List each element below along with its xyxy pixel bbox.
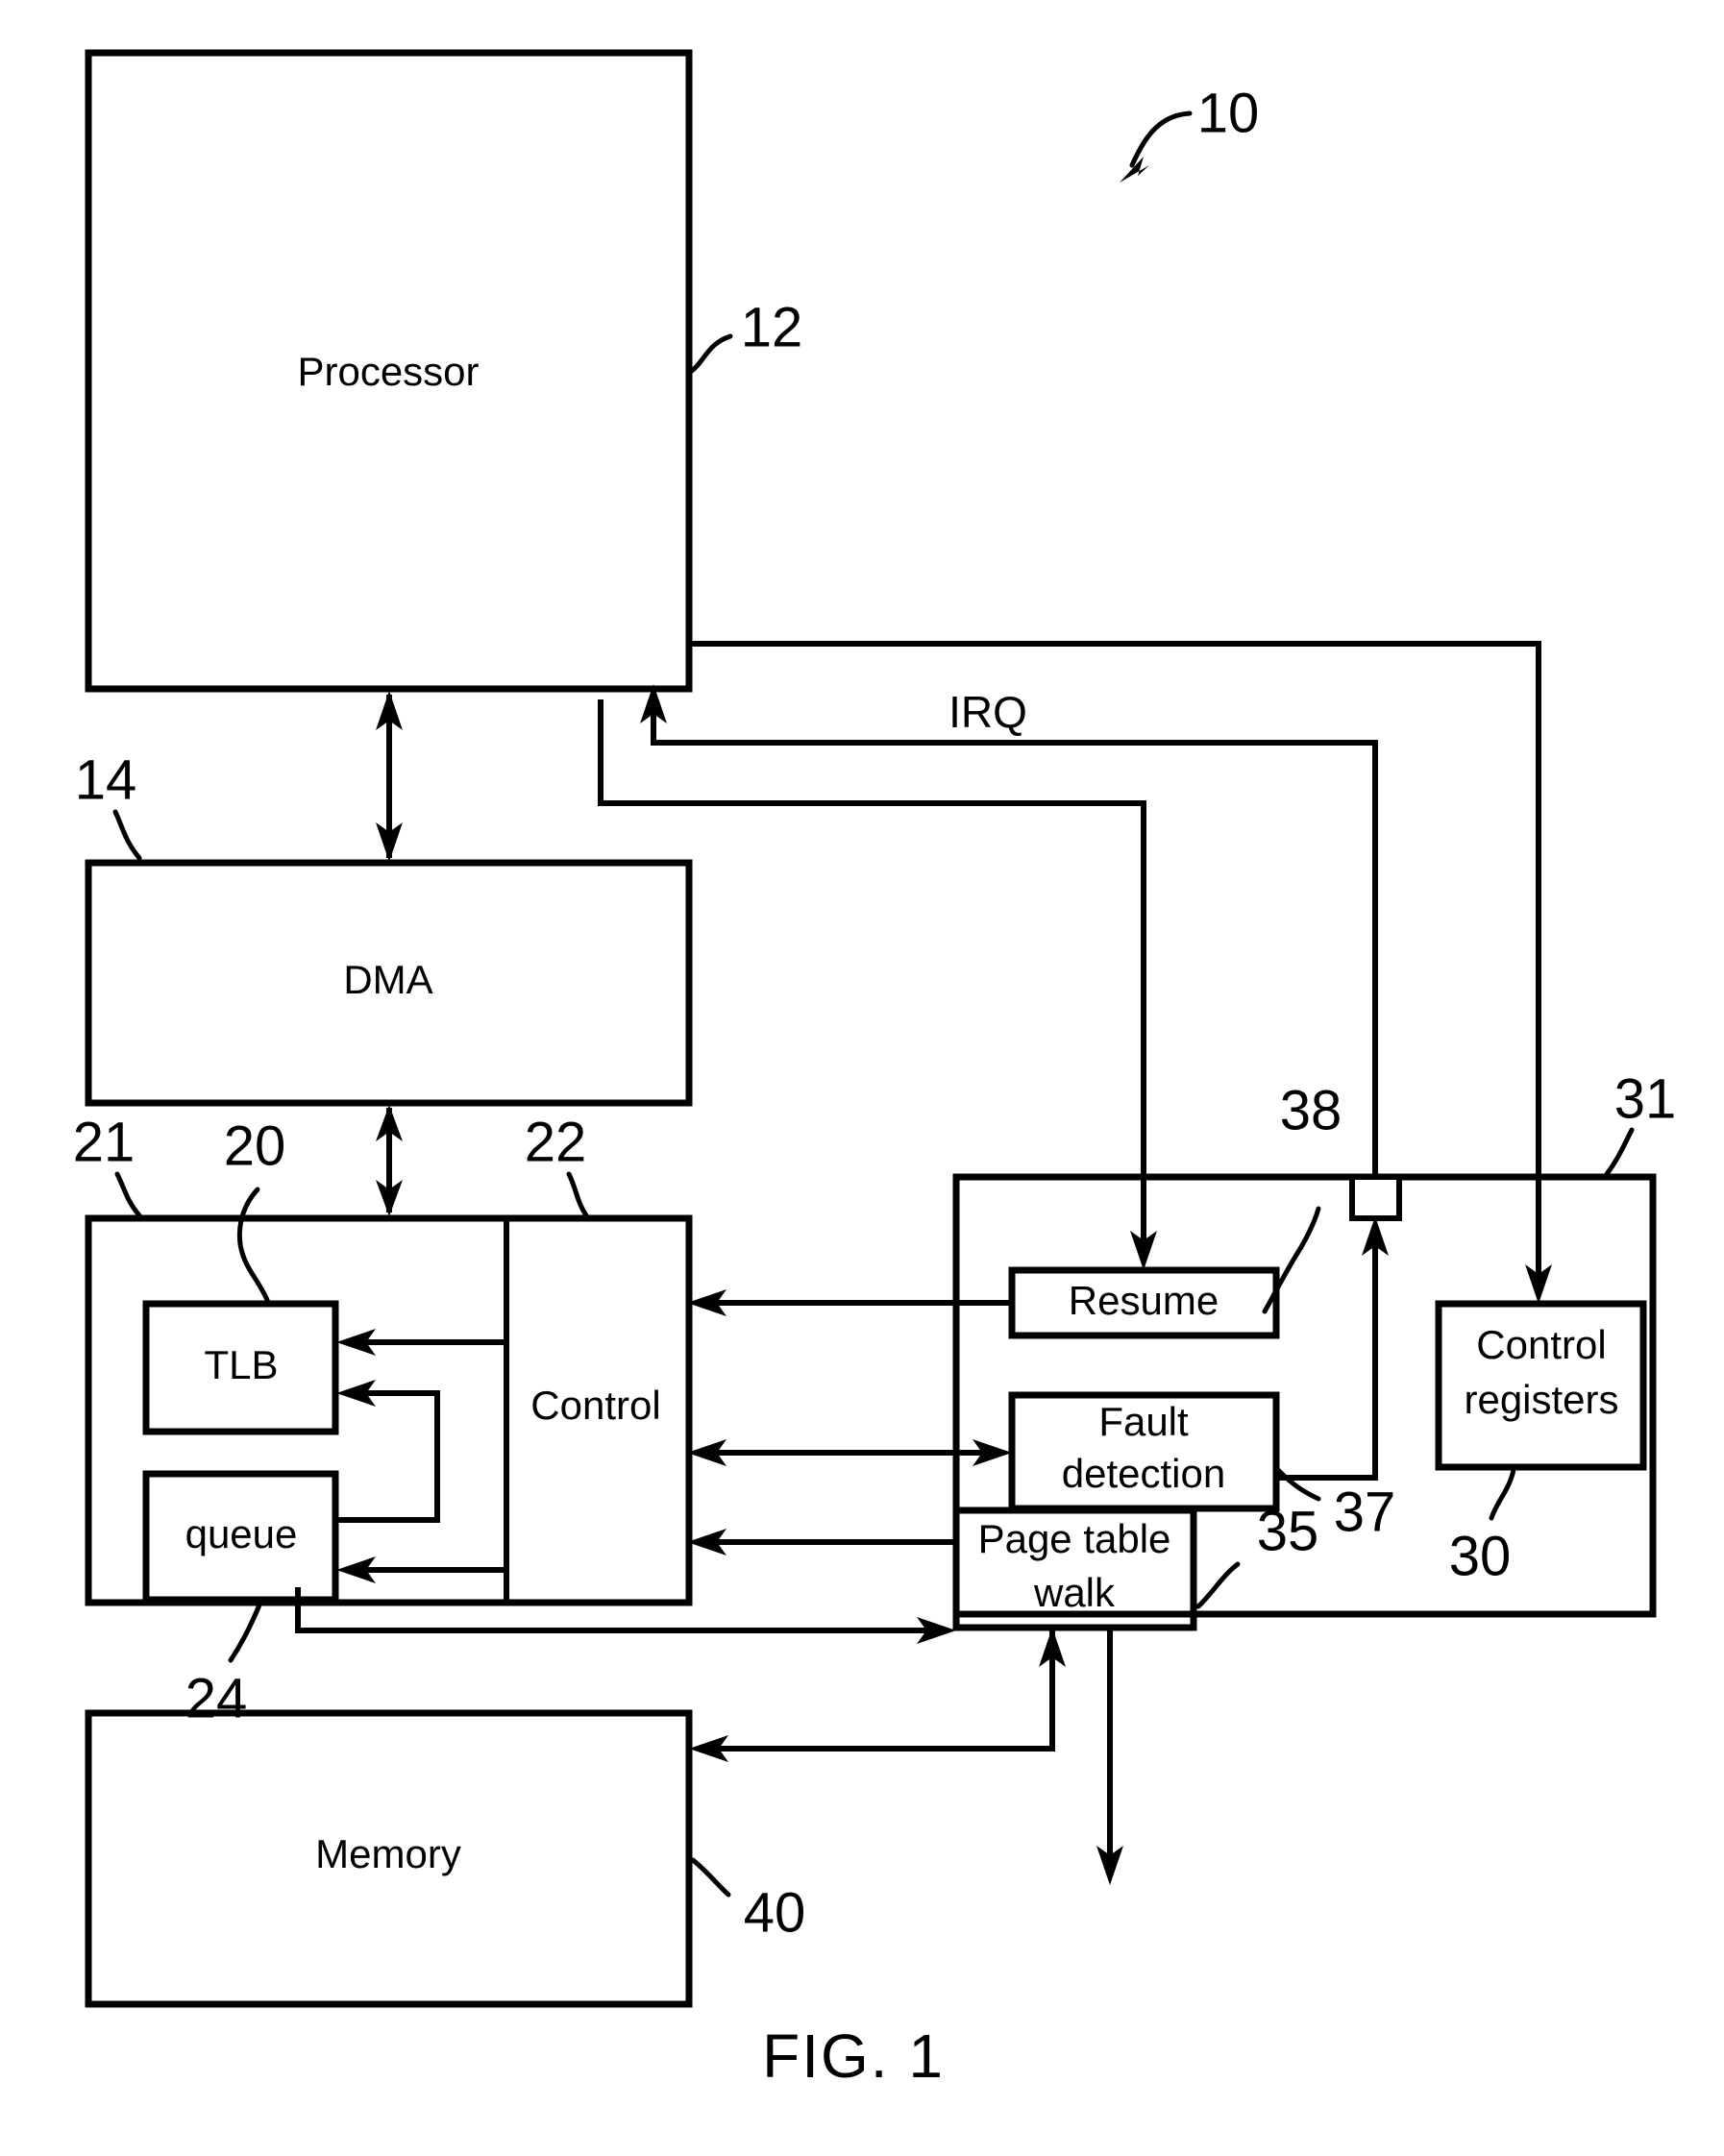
fault-output-port-box xyxy=(1349,1174,1402,1221)
leader-line-21 xyxy=(114,1171,142,1218)
leader-line-35 xyxy=(1195,1561,1241,1609)
patent-figure-1: Processor 12 10 DMA 14 21 TLB 20 queue 2… xyxy=(0,0,1724,2156)
ref-31: 31 xyxy=(1614,1067,1677,1130)
irq-label: IRQ xyxy=(948,687,1027,737)
queue-to-ptw-path xyxy=(295,1587,942,1633)
fault-detection-label-line2: detection xyxy=(1062,1451,1225,1496)
leader-line-38 xyxy=(1262,1206,1321,1314)
page-table-walk-label-line1: Page table xyxy=(978,1516,1171,1561)
ref-37: 37 xyxy=(1334,1481,1396,1543)
ref-22: 22 xyxy=(525,1111,587,1173)
ref-20: 20 xyxy=(224,1115,286,1177)
control-registers-label-line2: registers xyxy=(1464,1377,1618,1422)
leader-line-31 xyxy=(1604,1127,1635,1177)
leader-line-24 xyxy=(228,1600,263,1663)
irq-signal-path xyxy=(651,699,1378,1177)
queue-label: queue xyxy=(185,1511,298,1556)
tlb-label: TLB xyxy=(204,1342,278,1387)
control-label: Control xyxy=(530,1383,660,1428)
ref-30: 30 xyxy=(1449,1525,1512,1587)
ref-21: 21 xyxy=(73,1111,135,1173)
ref-40: 40 xyxy=(744,1881,806,1944)
leader-line-12 xyxy=(686,333,733,376)
figure-canvas: Processor 12 10 DMA 14 21 TLB 20 queue 2… xyxy=(73,49,1677,2091)
irq-top-path xyxy=(689,641,1541,1177)
leader-line-10 xyxy=(1129,110,1193,168)
ref-12: 12 xyxy=(741,296,803,358)
dma-label: DMA xyxy=(343,957,432,1002)
leader-line-22 xyxy=(566,1171,589,1218)
fault-to-port-path xyxy=(1276,1239,1378,1481)
leader-line-20 xyxy=(236,1187,270,1303)
leader-line-14 xyxy=(112,809,142,861)
ref-10: 10 xyxy=(1197,82,1260,144)
resume-trigger-path xyxy=(598,699,1146,1254)
leader-line-40 xyxy=(690,1857,731,1898)
resume-label: Resume xyxy=(1069,1278,1219,1323)
memory-label: Memory xyxy=(315,1831,461,1876)
ref-38: 38 xyxy=(1280,1079,1342,1141)
control-registers-label-line1: Control xyxy=(1476,1322,1606,1367)
processor-label: Processor xyxy=(297,349,479,394)
ref-24: 24 xyxy=(185,1667,248,1729)
leader-line-37 xyxy=(1275,1467,1321,1502)
ptw-to-memory-path xyxy=(706,1628,1055,1752)
leader-line-30 xyxy=(1489,1467,1516,1521)
ref-14: 14 xyxy=(75,748,137,811)
figure-caption: FIG. 1 xyxy=(762,2021,945,2091)
fault-detection-label-line1: Fault xyxy=(1098,1399,1189,1444)
queue-to-tlb-path xyxy=(335,1390,440,1523)
page-table-walk-label-line2: walk xyxy=(1033,1570,1116,1615)
ref-35: 35 xyxy=(1257,1500,1319,1562)
